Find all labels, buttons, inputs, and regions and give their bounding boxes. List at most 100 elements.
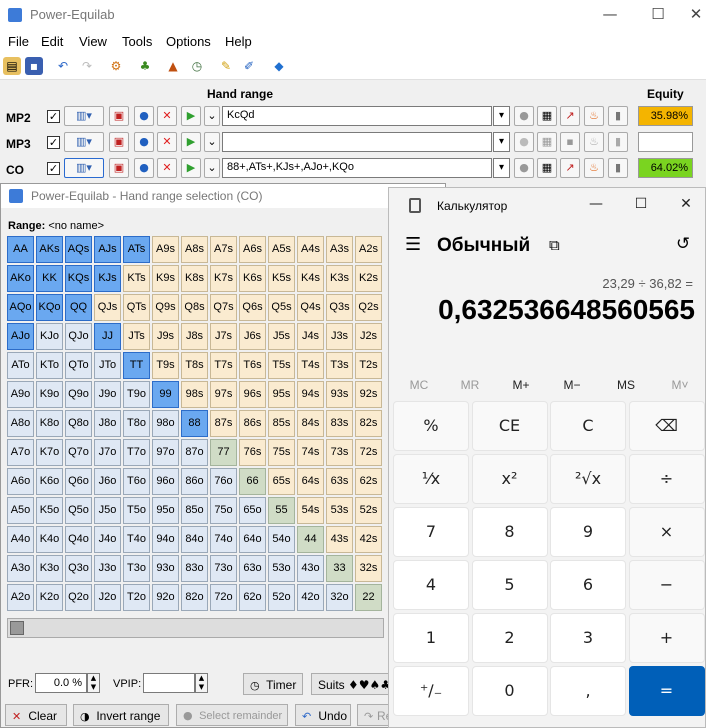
hand-cell-A6s[interactable]: A6s [239, 236, 266, 263]
hand-cell-T7s[interactable]: T7s [210, 352, 237, 379]
hand-cell-52s[interactable]: 52s [355, 497, 382, 524]
hand-cell-Q2s[interactable]: Q2s [355, 294, 382, 321]
digit-4-button[interactable]: 4 [393, 560, 469, 610]
hand-cell-J2o[interactable]: J2o [94, 584, 121, 611]
hand-cell-Q6o[interactable]: Q6o [65, 468, 92, 495]
hand-cell-95s[interactable]: 95s [268, 381, 295, 408]
hand-cell-QJs[interactable]: QJs [94, 294, 121, 321]
book-icon[interactable]: ◆ [270, 57, 288, 75]
expand-icon[interactable]: ⌄ [204, 132, 220, 152]
hand-cell-J6s[interactable]: J6s [239, 323, 266, 350]
hand-cell-54o[interactable]: 54o [268, 526, 295, 553]
hand-cell-J7o[interactable]: J7o [94, 439, 121, 466]
hand-cell-A4s[interactable]: A4s [297, 236, 324, 263]
hand-cell-77[interactable]: 77 [210, 439, 237, 466]
hand-cell-Q7s[interactable]: Q7s [210, 294, 237, 321]
timer-button[interactable]: ◷ Timer [243, 673, 303, 695]
hand-cell-42o[interactable]: 42o [297, 584, 324, 611]
hand-cell-AJs[interactable]: AJs [94, 236, 121, 263]
hand-cell-73o[interactable]: 73o [210, 555, 237, 582]
menu-view[interactable]: View [79, 34, 107, 49]
digit-3-button[interactable]: 3 [550, 613, 626, 663]
hand-cell-QJo[interactable]: QJo [65, 323, 92, 350]
clear-button[interactable]: ✕ Clear [5, 704, 67, 726]
hand-cell-K3s[interactable]: K3s [326, 265, 353, 292]
hand-cell-T4s[interactable]: T4s [297, 352, 324, 379]
hand-cell-J3o[interactable]: J3o [94, 555, 121, 582]
hand-cell-K2o[interactable]: K2o [36, 584, 63, 611]
bars-icon[interactable]: ▮ [608, 132, 628, 152]
hand-cell-J6o[interactable]: J6o [94, 468, 121, 495]
hand-cell-32o[interactable]: 32o [326, 584, 353, 611]
hand-cell-63s[interactable]: 63s [326, 468, 353, 495]
graph-icon[interactable]: ▪ [560, 132, 580, 152]
hand-cell-K5s[interactable]: K5s [268, 265, 295, 292]
hand-cell-43o[interactable]: 43o [297, 555, 324, 582]
fire-icon[interactable]: ♨ [584, 158, 604, 178]
memory-m-plus-button[interactable]: M+ [501, 378, 541, 392]
hand-cell-Q2o[interactable]: Q2o [65, 584, 92, 611]
digit-5-button[interactable]: 5 [471, 560, 548, 610]
hand-cell-Q8s[interactable]: Q8s [181, 294, 208, 321]
hand-cell-T5s[interactable]: T5s [268, 352, 295, 379]
hand-cell-K9o[interactable]: K9o [36, 381, 63, 408]
hand-cell-87s[interactable]: 87s [210, 410, 237, 437]
multiply-button[interactable]: × [628, 507, 705, 557]
hand-cell-AQo[interactable]: AQo [7, 294, 34, 321]
hand-cell-96o[interactable]: 96o [152, 468, 179, 495]
hand-cell-64s[interactable]: 64s [297, 468, 324, 495]
hand-cell-K8s[interactable]: K8s [181, 265, 208, 292]
menu-edit[interactable]: Edit [41, 34, 63, 49]
hand-cell-T5o[interactable]: T5o [123, 497, 150, 524]
calculator-icon[interactable]: ▦ [537, 158, 557, 178]
hand-cell-A3s[interactable]: A3s [326, 236, 353, 263]
hand-cell-AKs[interactable]: AKs [36, 236, 63, 263]
hand-cell-T8o[interactable]: T8o [123, 410, 150, 437]
hand-cell-74s[interactable]: 74s [297, 439, 324, 466]
hand-cell-99[interactable]: 99 [152, 381, 179, 408]
save-icon[interactable]: ▪ [25, 57, 43, 75]
hand-cell-53s[interactable]: 53s [326, 497, 353, 524]
hand-cell-88[interactable]: 88 [181, 410, 208, 437]
square-button[interactable]: x² [471, 454, 548, 504]
hand-cell-KK[interactable]: KK [36, 265, 63, 292]
hand-cell-T8s[interactable]: T8s [181, 352, 208, 379]
divide-button[interactable]: ÷ [628, 454, 705, 504]
hand-cell-52o[interactable]: 52o [268, 584, 295, 611]
open-icon[interactable]: ▤ [3, 57, 21, 75]
hand-cell-76s[interactable]: 76s [239, 439, 266, 466]
hand-cell-75o[interactable]: 75o [210, 497, 237, 524]
hand-cell-K7s[interactable]: K7s [210, 265, 237, 292]
hamburger-menu-icon[interactable]: ☰ [405, 234, 421, 255]
play-icon[interactable]: ▶ [181, 106, 201, 126]
bars-icon[interactable]: ▮ [608, 158, 628, 178]
calculator-icon[interactable]: ▦ [537, 106, 557, 126]
player-checkbox[interactable]: ✓ [47, 136, 60, 149]
clock-icon[interactable]: ◷ [188, 57, 206, 75]
hand-cell-J5s[interactable]: J5s [268, 323, 295, 350]
card-icon[interactable]: ▣ [109, 132, 129, 152]
hand-cell-63o[interactable]: 63o [239, 555, 266, 582]
cards-button[interactable]: ▥▾ [64, 158, 104, 178]
memory-mc-button[interactable]: MC [399, 378, 439, 392]
hand-cell-K5o[interactable]: K5o [36, 497, 63, 524]
digit-7-button[interactable]: 7 [393, 507, 469, 557]
hand-cell-64o[interactable]: 64o [239, 526, 266, 553]
chips-icon[interactable]: ● [134, 158, 154, 178]
keep-on-top-icon[interactable]: ⧉ [549, 236, 560, 254]
hand-cell-93o[interactable]: 93o [152, 555, 179, 582]
pfr-input[interactable]: 0.0 % [35, 673, 87, 693]
cards-button[interactable]: ▥▾ [64, 132, 104, 152]
hand-cell-65o[interactable]: 65o [239, 497, 266, 524]
hand-cell-A5o[interactable]: A5o [7, 497, 34, 524]
menu-file[interactable]: File [8, 34, 29, 49]
digit-9-button[interactable]: 9 [550, 507, 626, 557]
hand-cell-K9s[interactable]: K9s [152, 265, 179, 292]
hand-cell-J4o[interactable]: J4o [94, 526, 121, 553]
hand-cell-A3o[interactable]: A3o [7, 555, 34, 582]
hand-cell-84o[interactable]: 84o [181, 526, 208, 553]
fire-icon[interactable]: ♨ [584, 106, 604, 126]
hand-cell-Q5o[interactable]: Q5o [65, 497, 92, 524]
hand-cell-K4s[interactable]: K4s [297, 265, 324, 292]
hand-cell-87o[interactable]: 87o [181, 439, 208, 466]
